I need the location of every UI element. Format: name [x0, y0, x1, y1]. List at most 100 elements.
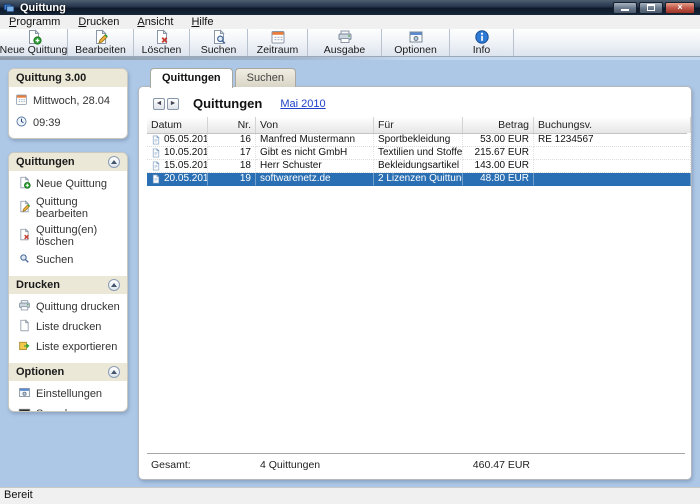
collapse-button[interactable] — [108, 279, 120, 291]
footer-spacer — [534, 459, 691, 471]
sidebar-item-quittung-drucken[interactable]: Quittung drucken — [9, 297, 127, 317]
sidebar-item-einstellungen[interactable]: Einstellungen — [9, 384, 127, 404]
status-text: Bereit — [4, 489, 33, 501]
menu-item-programm[interactable]: Programm — [0, 15, 69, 29]
section-header-optionen[interactable]: Optionen — [9, 363, 127, 381]
maximize-icon — [647, 4, 655, 11]
info-icon — [474, 29, 490, 45]
toolbar-button-suchen[interactable]: Suchen — [190, 29, 248, 56]
footer-total: 460.47 EUR — [463, 459, 534, 471]
column-header-nr[interactable]: Nr. — [208, 117, 256, 133]
panel-title: Quittungen — [193, 96, 262, 111]
tab-suchen[interactable]: Suchen — [235, 68, 296, 87]
prev-period-button[interactable]: ◄ — [153, 98, 165, 110]
page-delete-icon — [154, 29, 170, 45]
toolbar-button-optionen[interactable]: Optionen — [382, 29, 450, 56]
page-delete-icon — [18, 228, 31, 244]
sidebar-item-quittung-en-löschen[interactable]: Quittung(en) löschen — [9, 222, 127, 250]
collapse-button[interactable] — [108, 156, 120, 168]
sidebar-item-neue-quittung[interactable]: Neue Quittung — [9, 174, 127, 194]
date-display: Mittwoch, 28.04 — [9, 87, 127, 112]
footer-spacer — [374, 459, 463, 471]
doc-row-icon — [151, 161, 161, 171]
column-header-buchungsv[interactable]: Buchungsv. — [534, 117, 691, 133]
minimize-button[interactable] — [613, 2, 637, 14]
options-window-icon — [18, 386, 31, 402]
page-plus-icon — [18, 176, 31, 192]
printer-icon — [18, 299, 31, 315]
collapse-button[interactable] — [108, 366, 120, 378]
chevron-up-icon — [111, 370, 117, 374]
time-text: 09:39 — [33, 117, 61, 129]
period-nav-row: ◄ ► Quittungen Mai 2010 — [139, 87, 691, 117]
toolbar-button-bearbeiten[interactable]: Bearbeiten — [68, 29, 134, 56]
table-footer: Gesamt: 4 Quittungen 460.47 EUR — [147, 453, 685, 479]
maximize-button[interactable] — [639, 2, 663, 14]
toolbar: Neue QuittungBearbeitenLöschenSuchenZeit… — [0, 29, 700, 57]
printer-icon — [337, 29, 353, 45]
period-link[interactable]: Mai 2010 — [280, 98, 325, 110]
toolbar-button-ausgabe[interactable]: Ausgabe — [308, 29, 382, 56]
section-header-quittungen[interactable]: Quittungen — [9, 153, 127, 171]
doc-row-icon — [151, 174, 161, 184]
options-window-icon — [408, 29, 424, 45]
doc-row-icon — [151, 148, 161, 158]
page-icon — [18, 319, 31, 335]
status-bar: Bereit — [0, 487, 700, 504]
app-icon — [3, 1, 16, 14]
menu-item-ansicht[interactable]: Ansicht — [128, 15, 182, 29]
column-header-für[interactable]: Für — [374, 117, 463, 133]
section-header-drucken[interactable]: Drucken — [9, 276, 127, 294]
minimize-icon — [621, 9, 629, 11]
clock-icon — [15, 115, 28, 131]
chevron-left-icon: ◄ — [156, 100, 163, 107]
menu-item-drucken[interactable]: Drucken — [69, 15, 128, 29]
doc-row-icon — [151, 135, 161, 145]
menu-item-hilfe[interactable]: Hilfe — [182, 15, 222, 29]
next-period-button[interactable]: ► — [167, 98, 179, 110]
info-box-title: Quittung 3.00 — [9, 69, 127, 87]
page-edit-icon — [18, 200, 31, 216]
column-header-betrag[interactable]: Betrag — [463, 117, 534, 133]
titlebar: Quittung × — [0, 0, 700, 15]
tab-quittungen[interactable]: Quittungen — [150, 68, 233, 88]
toolbar-button-neue-quittung[interactable]: Neue Quittung — [0, 29, 68, 56]
table-body: 05.05.201016Manfred MustermannSportbekle… — [147, 134, 687, 186]
sidebar-item-suchen[interactable]: Suchen — [9, 250, 127, 270]
date-text: Mittwoch, 28.04 — [33, 95, 110, 107]
app-version-label: Quittung 3.00 — [16, 72, 86, 84]
export-icon — [18, 339, 31, 355]
search-icon — [18, 252, 31, 268]
toolbar-button-info[interactable]: Info — [450, 29, 514, 56]
footer-spacer — [208, 459, 256, 471]
footer-label: Gesamt: — [147, 459, 208, 471]
sidebar-nav-box: Quittungen Neue QuittungQuittung bearbeit… — [8, 152, 128, 412]
flag-de-icon — [18, 406, 31, 412]
footer-count: 4 Quittungen — [256, 459, 374, 471]
chevron-up-icon — [111, 283, 117, 287]
calendar-icon — [15, 93, 28, 109]
close-icon: × — [677, 3, 682, 12]
table-header: DatumNr.VonFürBetragBuchungsv. — [147, 117, 687, 134]
sidebar-item-sprache[interactable]: Sprache — [9, 404, 127, 412]
toolbar-button-zeitraum[interactable]: Zeitraum — [248, 29, 308, 56]
window-controls: × — [613, 2, 695, 14]
chevron-up-icon — [111, 160, 117, 164]
page-edit-icon — [93, 29, 109, 45]
tab-bar: QuittungenSuchen — [150, 67, 298, 87]
close-button[interactable]: × — [665, 2, 695, 14]
time-display: 09:39 — [9, 112, 127, 138]
window-title: Quittung — [20, 2, 613, 14]
table-empty-space — [139, 186, 691, 453]
column-header-datum[interactable]: Datum — [147, 117, 208, 133]
info-box: Quittung 3.00 Mittwoch, 28.04 09:39 — [8, 68, 128, 139]
menu-bar: ProgrammDruckenAnsichtHilfe — [0, 15, 700, 29]
toolbar-button-l-schen[interactable]: Löschen — [134, 29, 190, 56]
sidebar-item-liste-drucken[interactable]: Liste drucken — [9, 317, 127, 337]
column-header-von[interactable]: Von — [256, 117, 374, 133]
chevron-right-icon: ► — [170, 100, 177, 107]
page-search-icon — [211, 29, 227, 45]
app-window: Quittung × ProgrammDruckenAnsichtHilfe N… — [0, 0, 700, 504]
sidebar-item-liste-exportieren[interactable]: Liste exportieren — [9, 337, 127, 357]
sidebar-item-quittung-bearbeiten[interactable]: Quittung bearbeiten — [9, 194, 127, 222]
